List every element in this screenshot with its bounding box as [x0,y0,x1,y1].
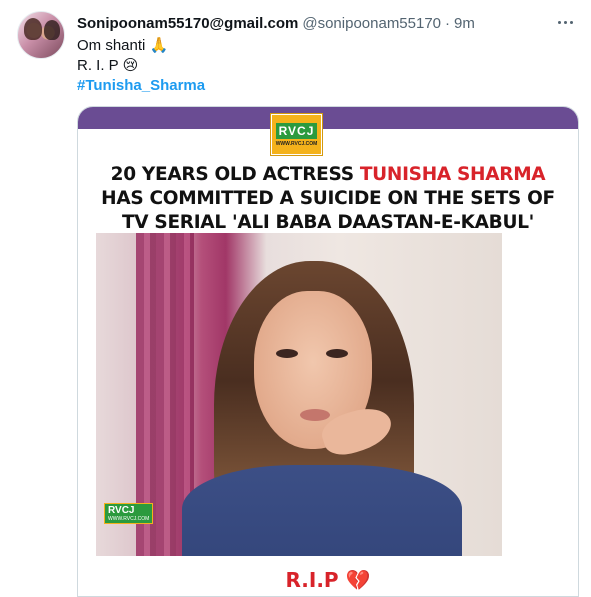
headline-line-1: 20 YEARS OLD ACTRESS TUNISHA SHARMA [78,163,578,187]
user-handle[interactable]: @sonipoonam55170 [302,15,441,32]
timestamp[interactable]: 9m [454,15,475,32]
rvcj-logo: RVCJ WWW.RVCJ.COM [271,114,322,155]
tweet-text-line: R. I. P 😢 [77,57,139,74]
image-top-bar [78,107,578,129]
rip-caption: R.I.P 💔 [78,568,578,592]
display-name[interactable]: Sonipoonam55170@gmail.com [77,15,298,32]
headline-part1: 20 YEARS OLD ACTRESS [110,164,360,185]
rvcj-watermark: RVCJ WWW.RVCJ.COM [104,503,154,524]
separator: · [445,14,451,32]
hashtag-link[interactable]: #Tunisha_Sharma [77,76,205,96]
tweet[interactable]: Sonipoonam55170@gmail.com @sonipoonam551… [0,0,591,597]
headline-line-2: HAS COMMITTED A SUICIDE ON THE SETS OF [101,188,555,209]
broken-heart-icon: 💔 [345,568,371,592]
headline-highlight: TUNISHA SHARMA [359,164,546,185]
watermark-url: WWW.RVCJ.COM [108,516,150,522]
photo-lips [300,409,330,421]
photo-eye [326,349,348,358]
actress-photo: RVCJ WWW.RVCJ.COM [96,233,502,556]
more-dot [563,20,567,24]
more-icon[interactable] [555,13,575,31]
logo-url: WWW.RVCJ.COM [275,140,318,147]
avatar-figure-right [44,20,60,40]
photo-eye [276,349,298,358]
more-dot [557,20,561,24]
avatar-figure-left [24,18,42,40]
watermark-text: RVCJ [108,505,135,516]
tweet-header: Sonipoonam55170@gmail.com @sonipoonam551… [77,13,475,33]
tweet-media-image[interactable]: RVCJ WWW.RVCJ.COM 20 YEARS OLD ACTRESS T… [77,106,579,597]
photo-sweater [182,465,462,556]
tweet-text-line: Om shanti 🙏 [77,37,169,54]
news-headline: 20 YEARS OLD ACTRESS TUNISHA SHARMA HAS … [78,163,578,235]
avatar[interactable] [17,11,65,59]
more-dot [569,20,573,24]
headline-line-3: TV SERIAL 'ALI BABA DAASTAN-E-KABUL' [121,212,535,233]
rip-text: R.I.P [285,568,339,592]
logo-text: RVCJ [275,122,318,139]
